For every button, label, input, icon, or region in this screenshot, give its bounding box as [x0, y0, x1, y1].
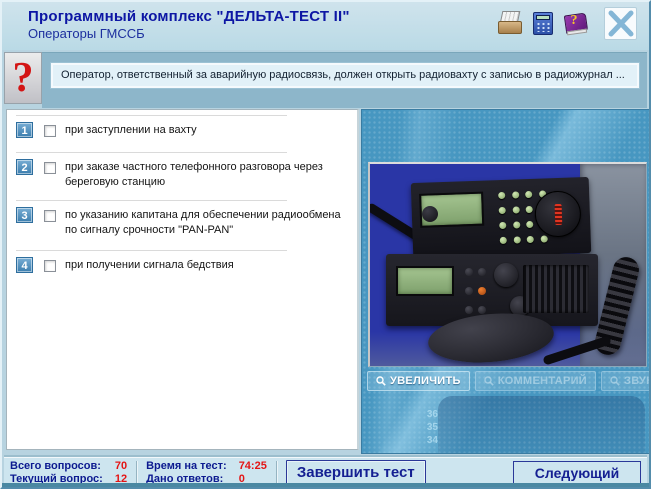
magnifier-icon	[376, 376, 386, 386]
option-number-badge: 4	[16, 257, 33, 273]
app-window: Программный комплекс "ДЕЛЬТА-ТЕСТ II" Оп…	[0, 0, 651, 489]
time-left-value: 74:25	[239, 460, 267, 473]
option-label-2[interactable]: при заказе частного телефонного разговор…	[65, 160, 355, 190]
print-card-file-icon[interactable]	[497, 10, 523, 37]
total-questions-label: Всего вопросов:	[10, 460, 103, 473]
option-number-badge: 3	[16, 207, 33, 223]
question-text: Оператор, ответственный за аварийную рад…	[51, 63, 639, 88]
answers-panel: 1 при заступлении на вахту 2 при заказе …	[6, 109, 359, 450]
titlebar-icons: ?	[497, 7, 637, 40]
option-label-4[interactable]: при получении сигнала бедствия	[65, 258, 234, 273]
option-separator	[16, 152, 287, 153]
option-separator	[16, 250, 287, 251]
question-photo-radio-equipment	[368, 162, 647, 367]
status-divider	[136, 461, 137, 485]
media-buttons: УВЕЛИЧИТЬ КОММЕНТАРИЙ ЗВУК	[367, 371, 650, 391]
question-section: ? Оператор, ответственный за аварийную р…	[4, 52, 647, 108]
option-checkbox-4[interactable]	[44, 260, 56, 272]
option-label-1[interactable]: при заступлении на вахту	[65, 123, 197, 138]
status-divider	[276, 461, 277, 485]
titlebar: Программный комплекс "ДЕЛЬТА-ТЕСТ II" Оп…	[2, 2, 649, 50]
next-question-button[interactable]: Следующий	[513, 461, 641, 484]
option-checkbox-2[interactable]	[44, 162, 56, 174]
magnifier-icon	[610, 376, 620, 386]
time-left-label: Время на тест:	[146, 460, 227, 473]
option-checkbox-3[interactable]	[44, 210, 56, 222]
sound-button[interactable]: ЗВУК	[601, 371, 650, 391]
dsc-radio-unit	[411, 177, 592, 259]
question-mark-icon: ?	[4, 52, 42, 104]
draft-marks: 36 35 34	[418, 408, 438, 447]
help-book-icon[interactable]: ?	[563, 10, 589, 37]
option-separator	[16, 115, 287, 116]
zoom-image-button[interactable]: УВЕЛИЧИТЬ	[367, 371, 470, 391]
option-number-badge: 2	[16, 159, 33, 175]
total-questions-value: 70	[115, 460, 127, 473]
magnifier-icon	[484, 376, 494, 386]
comment-button[interactable]: КОММЕНТАРИЙ	[475, 371, 596, 391]
time-counters: Время на тест: 74:25 Дано ответов: 0	[146, 460, 267, 486]
option-label-3[interactable]: по указанию капитана для обеспечении рад…	[65, 208, 355, 238]
question-counters: Всего вопросов: 70 Текущий вопрос: 12	[10, 460, 127, 486]
option-row-1: 1 при заступлении на вахту	[16, 122, 357, 138]
media-panel: 36 35 34	[361, 109, 650, 454]
option-checkbox-1[interactable]	[44, 125, 56, 137]
option-row-3: 3 по указанию капитана для обеспечении р…	[16, 207, 357, 238]
close-icon	[605, 8, 636, 39]
calculator-icon[interactable]	[530, 10, 556, 37]
ship-hull-background	[438, 396, 645, 454]
window-bottom-edge	[2, 483, 649, 487]
option-number-badge: 1	[16, 122, 33, 138]
close-button[interactable]	[604, 7, 637, 40]
finish-test-button[interactable]: Завершить тест	[286, 460, 426, 486]
option-row-2: 2 при заказе частного телефонного разгов…	[16, 159, 357, 190]
option-row-4: 4 при получении сигнала бедствия	[16, 257, 357, 273]
question-bar: Оператор, ответственный за аварийную рад…	[42, 52, 647, 108]
option-separator	[16, 200, 287, 201]
